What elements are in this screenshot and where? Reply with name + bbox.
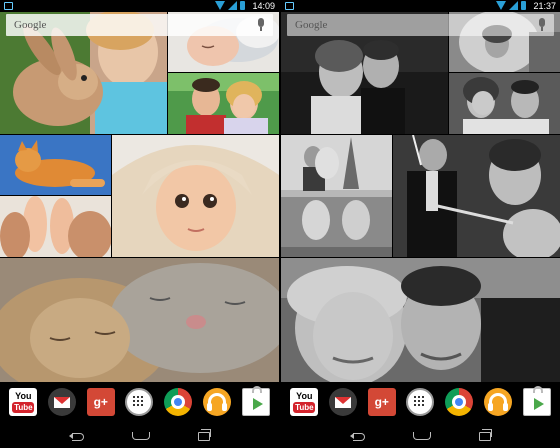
youtube-label-bottom: Tube — [12, 402, 35, 413]
play-store-app-icon[interactable] — [241, 386, 270, 416]
google-search-label: Google — [14, 19, 47, 31]
home-screen-left: 14:09 Google You Tube g+ — [0, 0, 279, 448]
home-screen-right: 21:37 Google You Tube g+ — [281, 0, 560, 448]
chrome-app-icon[interactable] — [445, 388, 474, 416]
google-search-label: Google — [295, 19, 328, 31]
wallpaper-photo-groom-tie — [393, 135, 560, 257]
wifi-icon — [496, 1, 506, 10]
navigation-bar — [0, 424, 279, 448]
signal-icon — [509, 1, 518, 10]
wallpaper-photo-baby-towel — [112, 135, 279, 257]
home-icon[interactable] — [132, 432, 151, 440]
back-icon[interactable] — [68, 432, 85, 441]
notification-icon — [4, 2, 13, 10]
dock: You Tube g+ — [281, 382, 560, 422]
wallpaper-photo-bride-groom-smiling — [449, 73, 560, 134]
youtube-app-icon[interactable]: You Tube — [9, 388, 38, 416]
app-drawer-icon[interactable] — [125, 388, 154, 416]
battery-icon — [240, 1, 245, 10]
google-search-bar[interactable]: Google — [6, 14, 273, 36]
chrome-app-icon[interactable] — [164, 388, 193, 416]
back-icon[interactable] — [349, 432, 366, 441]
wifi-icon — [215, 1, 225, 10]
status-bar: 14:09 — [0, 0, 279, 12]
recent-apps-icon[interactable] — [479, 428, 493, 441]
status-bar: 21:37 — [281, 0, 560, 12]
gmail-app-icon[interactable] — [48, 388, 77, 416]
youtube-label-top: You — [296, 391, 313, 401]
play-store-app-icon[interactable] — [522, 386, 551, 416]
notification-icon — [285, 2, 294, 10]
app-drawer-icon[interactable] — [406, 388, 435, 416]
signal-icon — [228, 1, 237, 10]
clock: 14:09 — [252, 1, 275, 11]
battery-icon — [521, 1, 526, 10]
microphone-icon[interactable] — [538, 18, 546, 31]
wallpaper-photo-smiling-couple — [168, 73, 279, 134]
wallpaper-photo-eiffel-couple — [281, 135, 392, 257]
youtube-label-top: You — [15, 391, 32, 401]
youtube-label-bottom: Tube — [293, 402, 316, 413]
play-music-app-icon[interactable] — [202, 388, 231, 416]
wallpaper-photo-orange-kitten — [0, 135, 111, 195]
wallpaper-photo-sleeping-kittens — [0, 258, 279, 382]
google-search-bar[interactable]: Google — [287, 14, 554, 36]
google-plus-app-icon[interactable]: g+ — [86, 388, 115, 416]
google-plus-app-icon[interactable]: g+ — [367, 388, 396, 416]
recent-apps-icon[interactable] — [198, 428, 212, 441]
play-music-app-icon[interactable] — [483, 388, 512, 416]
microphone-icon[interactable] — [257, 18, 265, 31]
wallpaper-photo-wedding-closeup — [281, 258, 560, 382]
clock: 21:37 — [533, 1, 556, 11]
dock: You Tube g+ — [0, 382, 279, 422]
home-icon[interactable] — [413, 432, 432, 440]
navigation-bar — [281, 424, 560, 448]
youtube-app-icon[interactable]: You Tube — [290, 388, 319, 416]
wallpaper-photo-baby-feet — [0, 196, 111, 257]
gmail-app-icon[interactable] — [329, 388, 358, 416]
